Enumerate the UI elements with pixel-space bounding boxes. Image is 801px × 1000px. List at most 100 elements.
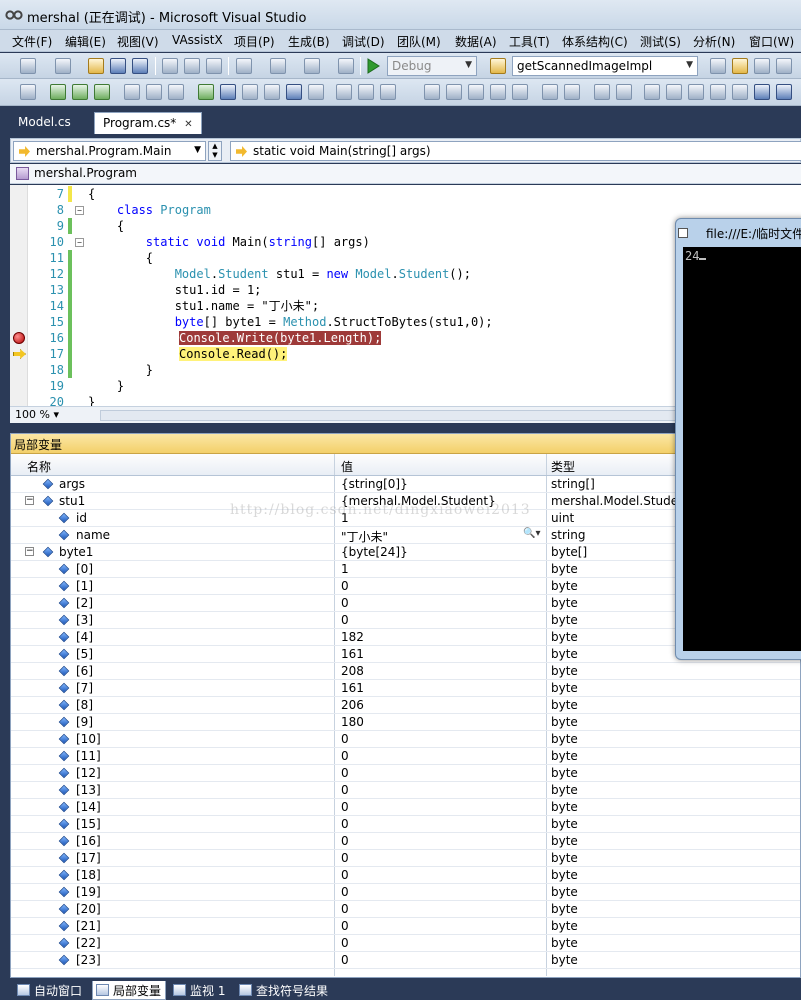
list-members-icon[interactable] <box>220 84 236 100</box>
comment-icon[interactable] <box>336 84 352 100</box>
tab-autos[interactable]: 自动窗口 <box>14 981 86 1000</box>
menu-view[interactable]: 视图(V) <box>117 33 159 50</box>
paste-icon[interactable] <box>206 58 222 74</box>
solution-explorer-icon[interactable] <box>732 58 748 74</box>
properties-icon[interactable] <box>754 58 770 74</box>
table-row[interactable]: [12] 0 byte <box>11 765 800 782</box>
indicator-margin[interactable] <box>10 185 28 406</box>
forward-icon[interactable] <box>776 84 792 100</box>
zoom-level[interactable]: 100 % ▾ <box>15 408 59 421</box>
next-bookmark-icon[interactable] <box>468 84 484 100</box>
solution-configuration-combo[interactable]: Debug ▼ <box>387 56 477 76</box>
insert-snippet-icon[interactable] <box>198 84 214 100</box>
indent-icon[interactable] <box>380 84 396 100</box>
collapse-icon[interactable]: − <box>75 206 84 215</box>
increase-indent-icon[interactable] <box>564 84 580 100</box>
open-folder-icon[interactable] <box>88 58 104 74</box>
table-row[interactable]: [6] 208 byte <box>11 663 800 680</box>
split-spinner[interactable]: ▲ ▼ <box>208 141 222 161</box>
uncomment-icon[interactable] <box>358 84 374 100</box>
table-row[interactable]: [11] 0 byte <box>11 748 800 765</box>
menu-file[interactable]: 文件(F) <box>12 33 52 50</box>
member-dropdown[interactable]: mershal.Program.Main ▼ <box>13 141 206 161</box>
table-row[interactable]: [16] 0 byte <box>11 833 800 850</box>
reply-icon[interactable] <box>732 84 748 100</box>
tab-find-symbol-results[interactable]: 查找符号结果 <box>236 981 332 1000</box>
table-row[interactable]: [9] 180 byte <box>11 714 800 731</box>
menu-team[interactable]: 团队(M) <box>397 33 441 50</box>
table-row[interactable]: [19] 0 byte <box>11 884 800 901</box>
column-divider[interactable] <box>546 454 547 475</box>
menu-tools[interactable]: 工具(T) <box>509 33 550 50</box>
clear-bookmarks-icon[interactable] <box>490 84 506 100</box>
menu-analyze[interactable]: 分析(N) <box>693 33 735 50</box>
table-row[interactable]: [22] 0 byte <box>11 935 800 952</box>
console-window[interactable]: file:///E:/临时文件 24 <box>675 218 801 660</box>
menu-edit[interactable]: 编辑(E) <box>65 33 106 50</box>
tab-model-cs[interactable]: Model.cs <box>10 112 79 134</box>
table-row[interactable]: [10] 0 byte <box>11 731 800 748</box>
column-header-name[interactable]: 名称 <box>27 458 51 475</box>
format-icon[interactable] <box>594 84 610 100</box>
signature-dropdown[interactable]: static void Main(string[] args) <box>230 141 801 161</box>
prev-bookmark-icon[interactable] <box>446 84 462 100</box>
table-row[interactable]: [8] 206 byte <box>11 697 800 714</box>
menu-data[interactable]: 数据(A) <box>455 33 497 50</box>
collapse-icon[interactable]: − <box>75 238 84 247</box>
console-output-area[interactable]: 24 <box>683 247 801 651</box>
breakpoints-icon[interactable] <box>168 84 184 100</box>
object-browser-icon[interactable] <box>776 58 792 74</box>
comment-bubble-icon[interactable] <box>666 84 682 100</box>
column-header-type[interactable]: 类型 <box>551 458 575 475</box>
tab-locals[interactable]: 局部变量 <box>92 981 167 1000</box>
table-row[interactable]: [7] 161 byte <box>11 680 800 697</box>
output-icon[interactable] <box>146 84 162 100</box>
table-row[interactable]: [15] 0 byte <box>11 816 800 833</box>
find-combo[interactable]: getScannedImageImpl ▼ <box>512 56 698 76</box>
toggle-icon[interactable] <box>512 84 528 100</box>
cut-icon[interactable] <box>162 58 178 74</box>
menu-vassistx[interactable]: VAssistX <box>172 33 223 47</box>
find-in-files-icon[interactable] <box>490 58 506 74</box>
text-visualizer-icon[interactable]: 🔍▾ <box>523 528 540 539</box>
navigate-backward-icon[interactable] <box>304 58 320 74</box>
start-debugging-icon[interactable] <box>366 58 380 74</box>
parameter-info-icon[interactable] <box>242 84 258 100</box>
step-over-icon[interactable] <box>72 84 88 100</box>
menu-architecture[interactable]: 体系结构(C) <box>562 33 628 50</box>
quick-info-icon[interactable] <box>264 84 280 100</box>
breakpoint-icon[interactable] <box>13 332 25 344</box>
table-row[interactable]: [20] 0 byte <box>11 901 800 918</box>
table-row[interactable]: [21] 0 byte <box>11 918 800 935</box>
new-project-icon[interactable] <box>20 58 36 74</box>
column-header-value[interactable]: 值 <box>341 458 353 475</box>
close-icon[interactable]: ✕ <box>184 119 192 130</box>
table-row[interactable]: [18] 0 byte <box>11 867 800 884</box>
save-icon[interactable] <box>110 58 126 74</box>
step-out-icon[interactable] <box>94 84 110 100</box>
window-icon[interactable] <box>644 84 660 100</box>
next-comment-icon[interactable] <box>710 84 726 100</box>
undo-icon[interactable] <box>236 58 252 74</box>
column-divider[interactable] <box>334 454 335 475</box>
table-row[interactable]: [13] 0 byte <box>11 782 800 799</box>
menu-project[interactable]: 项目(P) <box>234 33 275 50</box>
collapse-icon[interactable]: − <box>25 547 34 556</box>
copy-icon[interactable] <box>184 58 200 74</box>
back-icon[interactable] <box>754 84 770 100</box>
table-row[interactable]: [14] 0 byte <box>11 799 800 816</box>
menu-debug[interactable]: 调试(D) <box>342 33 385 50</box>
wrap-icon[interactable] <box>616 84 632 100</box>
decrease-indent-icon[interactable] <box>542 84 558 100</box>
tab-program-cs[interactable]: Program.cs* ✕ <box>94 112 202 134</box>
hex-display-icon[interactable] <box>124 84 140 100</box>
attach-icon[interactable] <box>20 84 36 100</box>
save-all-icon[interactable] <box>132 58 148 74</box>
navigate-forward-icon[interactable] <box>338 58 354 74</box>
step-into-icon[interactable] <box>50 84 66 100</box>
display-icon[interactable] <box>308 84 324 100</box>
table-row[interactable]: [17] 0 byte <box>11 850 800 867</box>
collapse-icon[interactable]: − <box>25 496 34 505</box>
table-row[interactable]: [23] 0 byte <box>11 952 800 969</box>
tab-watch-1[interactable]: 监视 1 <box>170 981 229 1000</box>
